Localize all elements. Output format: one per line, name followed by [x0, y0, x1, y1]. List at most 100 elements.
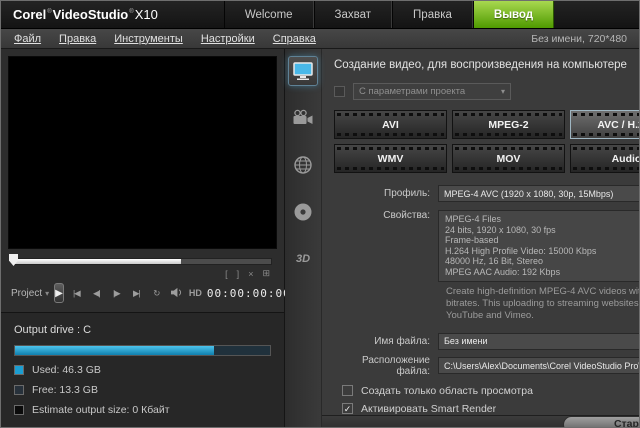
format-button[interactable]: Audio [570, 144, 640, 173]
mark-in-icon[interactable]: [ [225, 269, 228, 279]
share-target-device[interactable] [288, 103, 318, 133]
video-preview [8, 56, 277, 249]
filename-input[interactable]: Без имени [438, 333, 640, 350]
properties-line: 24 bits, 1920 x 1080, 30 fps [445, 225, 640, 236]
speaker-icon [170, 287, 183, 298]
camcorder-icon [292, 109, 314, 127]
output-drive-bar [14, 345, 271, 356]
profile-label: Профиль: [334, 188, 438, 199]
project-params-checkbox[interactable] [334, 86, 345, 97]
smart-render-row: ✓ Активировать Smart Render [342, 403, 640, 415]
format-button[interactable]: AVC / H.264 [570, 110, 640, 139]
format-button[interactable]: MPEG-2 [452, 110, 565, 139]
title-bar: Corel® VideoStudio® X10 Welcome Захват П… [1, 1, 639, 29]
properties-line: MPEG-4 Files [445, 214, 640, 225]
share-target-web[interactable] [288, 150, 318, 180]
preview-only-checkbox[interactable] [342, 385, 353, 396]
tab-capture[interactable]: Захват [314, 1, 392, 28]
menu-tools[interactable]: Инструменты [105, 33, 192, 45]
legend-estimate: Estimate output size: 0 Кбайт [14, 404, 271, 416]
main-area: [ ] × ⊞ Project ▾ ▶ |◀ ◀| |▶ ▶| ↻ [1, 49, 639, 427]
share-content: Создание видео, для воспроизведения на к… [322, 49, 640, 427]
menu-file[interactable]: Файл [5, 33, 50, 45]
smart-render-label: Активировать Smart Render [361, 403, 496, 415]
transport-bar: Project ▾ ▶ |◀ ◀| |▶ ▶| ↻ HD 00 [11, 281, 274, 305]
location-input[interactable]: C:\Users\Alex\Documents\Corel VideoStudi… [438, 357, 640, 374]
output-drive-fill [15, 346, 214, 355]
output-drive-title: Output drive : C [14, 324, 271, 336]
format-button[interactable]: MOV [452, 144, 565, 173]
menu-edit[interactable]: Правка [50, 33, 105, 45]
format-grid: AVI MPEG-2 AVC / H.264 WMV MOV Audio [334, 110, 640, 173]
format-picker: AVI MPEG-2 AVC / H.264 WMV MOV Audio [334, 110, 640, 173]
tab-edit[interactable]: Правка [392, 1, 473, 28]
format-button[interactable]: AVI [334, 110, 447, 139]
scrubber-track[interactable] [13, 258, 272, 265]
properties-line: H.264 High Profile Video: 15000 Kbps [445, 246, 640, 257]
filename-label: Имя файла: [334, 336, 438, 347]
project-params-label: С параметрами проекта [359, 86, 465, 97]
logo-corel: Corel [13, 7, 46, 22]
location-row: Расположение файла: C:\Users\Alex\Docume… [334, 355, 640, 377]
share-heading: Создание видео, для воспроизведения на к… [334, 59, 640, 71]
disc-icon [293, 202, 313, 222]
start-render-button[interactable]: Старт [563, 416, 640, 428]
document-status: Без имени, 720*480 [531, 33, 635, 45]
next-frame-button[interactable]: |▶ [109, 288, 124, 299]
project-params-row: С параметрами проекта ▾ [334, 83, 640, 100]
project-params-select[interactable]: С параметрами проекта ▾ [353, 83, 511, 100]
mode-tabs: Welcome Захват Правка Вывод [224, 1, 554, 28]
share-panel: 3D Создание видео, для воспроизведения н… [285, 49, 640, 427]
properties-label: Свойства: [334, 210, 438, 221]
share-bottom-bar: Старт [322, 415, 640, 428]
scrubber[interactable] [13, 255, 272, 267]
app-logo: Corel® VideoStudio® X10 [1, 1, 170, 28]
split-icon[interactable]: × [248, 269, 253, 279]
properties-line: 48000 Hz, 16 Bit, Stereo [445, 256, 640, 267]
app-window: Corel® VideoStudio® X10 Welcome Захват П… [0, 0, 640, 428]
reg-mark: ® [129, 9, 133, 15]
tab-welcome[interactable]: Welcome [224, 1, 314, 28]
enlarge-icon[interactable]: ⊞ [262, 268, 270, 279]
properties-row: Свойства: MPEG-4 Files 24 bits, 1920 x 1… [334, 210, 640, 282]
menu-bar: Файл Правка Инструменты Настройки Справк… [1, 29, 639, 49]
three-d-icon: 3D [296, 253, 310, 265]
logo-version: X10 [135, 7, 158, 22]
logo-product: VideoStudio [53, 7, 129, 22]
share-target-disc[interactable] [288, 197, 318, 227]
properties-line: MPEG AAC Audio: 192 Kbps [445, 267, 640, 278]
menu-settings[interactable]: Настройки [192, 33, 264, 45]
reg-mark: ® [47, 9, 51, 15]
format-description: Create high-definition MPEG-4 AVC videos… [446, 286, 640, 323]
share-target-computer[interactable] [288, 56, 318, 86]
legend-free: Free: 13.3 GB [14, 384, 271, 396]
go-start-button[interactable]: |◀ [69, 288, 84, 299]
play-icon: ▶ [55, 288, 63, 299]
filename-row: Имя файла: Без имени [334, 333, 640, 350]
format-button[interactable]: WMV [334, 144, 447, 173]
output-drive-section: Output drive : C Used: 46.3 GB Free: 13.… [1, 312, 284, 427]
project-mode-dropdown[interactable]: Project ▾ [11, 288, 49, 299]
prev-frame-button[interactable]: ◀| [89, 288, 104, 299]
properties-box: MPEG-4 Files 24 bits, 1920 x 1080, 30 fp… [438, 210, 640, 282]
go-end-button[interactable]: ▶| [129, 288, 144, 299]
share-target-3d[interactable]: 3D [288, 244, 318, 274]
estimate-label: Estimate output size: 0 Кбайт [32, 404, 170, 416]
check-icon: ✓ [344, 404, 352, 414]
menu-help[interactable]: Справка [264, 33, 325, 45]
profile-select[interactable]: MPEG-4 AVC (1920 x 1080, 30p, 15Mbps) ▾ [438, 185, 640, 202]
volume-button[interactable] [169, 287, 184, 300]
preview-only-label: Создать только область просмотра [361, 385, 533, 397]
profile-value: MPEG-4 AVC (1920 x 1080, 30p, 15Mbps) [444, 189, 613, 199]
repeat-button[interactable]: ↻ [149, 288, 164, 299]
mark-out-icon[interactable]: ] [237, 269, 240, 279]
free-swatch [14, 385, 24, 395]
tab-share[interactable]: Вывод [473, 1, 554, 28]
estimate-swatch [14, 405, 24, 415]
play-button[interactable]: ▶ [54, 283, 64, 303]
hd-toggle-button[interactable]: HD [189, 288, 202, 298]
preview-panel: [ ] × ⊞ Project ▾ ▶ |◀ ◀| |▶ ▶| ↻ [1, 49, 285, 427]
used-label: Used: 46.3 GB [32, 364, 101, 376]
trim-toolbar: [ ] × ⊞ [1, 268, 270, 279]
smart-render-checkbox[interactable]: ✓ [342, 403, 353, 414]
